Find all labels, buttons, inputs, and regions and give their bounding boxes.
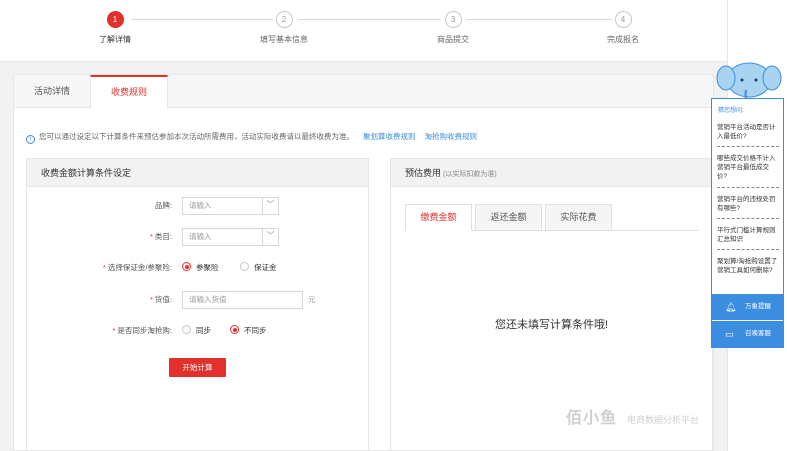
divider [717,218,779,219]
deposit-label: * 选择保证金/参聚险: [102,263,172,272]
step-label: 了解详情 [99,35,131,44]
brand-label: 品牌: [154,201,172,210]
step-2: 2 填写基本信息 [224,11,344,45]
tab-actual-cost[interactable]: 实际花费 [545,204,612,231]
tab-refund-amount[interactable]: 返还金额 [475,204,542,231]
faq-link[interactable]: 平行式门槛计算规则汇总知识 [717,226,779,244]
info-icon: i [26,135,35,144]
step-number: 4 [614,11,632,28]
brand-select[interactable]: 请输入 ﹀ [182,197,279,215]
step-number: 3 [444,11,462,28]
divider [717,249,779,250]
value-input[interactable]: 请输入货值 [182,291,303,309]
help-widget: 猜您想问: 营销平台活动是否计入最低价? 哪些成交价格不计入营销平台最低成交价?… [711,98,784,348]
step-number: 2 [275,11,293,28]
notice-bar: i 您可以通过设定以下计算条件来预估参加本次活动所需费用，活动实际收费请以最终收费… [26,131,477,144]
radio-dot-icon [230,325,239,334]
sync-label: * 是否同步淘抢购: [112,326,172,335]
faq-link[interactable]: 聚划算/淘抢购设置了营销工具如何删除? [717,257,779,275]
tab-activity-details[interactable]: 活动详情 [14,75,90,108]
step-label: 商品提交 [437,35,469,44]
step-label: 填写基本信息 [260,35,308,44]
notice-text: 您可以通过设定以下计算条件来预估参加本次活动所需费用，活动实际收费请以最终收费为… [39,132,354,141]
empty-state-text: 您还未填写计算条件哦! [494,319,609,331]
category-placeholder: 请输入 [189,232,212,241]
value-unit: 元 [308,295,316,304]
step-4: 4 完成报名 [563,11,683,45]
faq-link[interactable]: 营销平台活动是否计入最低价? [717,123,779,141]
step-number: 1 [106,11,124,28]
faq-link[interactable]: 营销平台的违规处罚有哪些? [717,195,779,213]
start-calc-button[interactable]: 开始计算 [169,358,226,377]
radio-deposit[interactable]: 保证金 [240,259,277,277]
tab-bar: 活动详情 收费规则 [14,75,713,109]
panel-title: 收费金额计算条件设定 [27,159,368,187]
divider [717,146,779,147]
value-label: * 货值: [149,295,172,304]
radio-dot-icon [182,325,191,334]
category-label: * 类目: [149,232,172,241]
guess-label: 猜您想问: [718,108,744,114]
radio-dot-icon [182,262,191,271]
calc-conditions-panel: 收费金额计算条件设定 品牌: 请输入 ﹀ * 类目: 请输入 ﹀ * 选择保证金/参… [26,158,369,451]
value-placeholder: 请输入货值 [189,295,227,304]
divider [717,187,779,188]
customer-service-button[interactable]: ▭ 召唤客服 [712,321,783,347]
juhuasuan-rules-link[interactable]: 聚划算收费规则 [363,132,416,141]
progress-steps: 1 了解详情 2 填写基本信息 3 商品提交 4 完成报名 [0,0,727,62]
step-label: 完成报名 [607,35,639,44]
radio-sync[interactable]: 同步 [182,322,211,340]
chevron-down-icon: ﹀ [262,229,278,245]
watermark: 佰小鱼 电商数据分析平台 [566,410,700,427]
chat-icon: ▭ [725,329,734,339]
page: 1 了解详情 2 填写基本信息 3 商品提交 4 完成报名 活动详情 收费规则 … [0,0,787,451]
tab-fee-rules[interactable]: 收费规则 [90,75,168,109]
category-select[interactable]: 请输入 ﹀ [182,228,279,246]
radio-dot-icon [240,262,249,271]
chevron-down-icon: ﹀ [262,198,278,214]
reminder-button[interactable]: 🔔︎ 万象提醒 [712,294,783,320]
radio-insurance[interactable]: 参聚险 [182,259,219,277]
tab-payment-amount[interactable]: 缴费金额 [405,204,472,231]
main-panel: 活动详情 收费规则 i 您可以通过设定以下计算条件来预估参加本次活动所需费用，活动… [13,74,714,451]
step-3: 3 商品提交 [393,11,513,45]
bell-icon: 🔔︎ [725,302,737,312]
taoqianggou-rules-link[interactable]: 淘抢购收费规则 [425,132,478,141]
radio-no-sync[interactable]: 不同步 [230,322,267,340]
panel-title: 预估费用 (以实际扣款为准) [391,159,712,187]
elephant-mascot-icon [716,62,782,102]
brand-placeholder: 请输入 [189,201,212,210]
faq-link[interactable]: 哪些成交价格不计入营销平台最低成交价? [717,154,779,181]
step-1: 1 了解详情 [55,11,175,45]
